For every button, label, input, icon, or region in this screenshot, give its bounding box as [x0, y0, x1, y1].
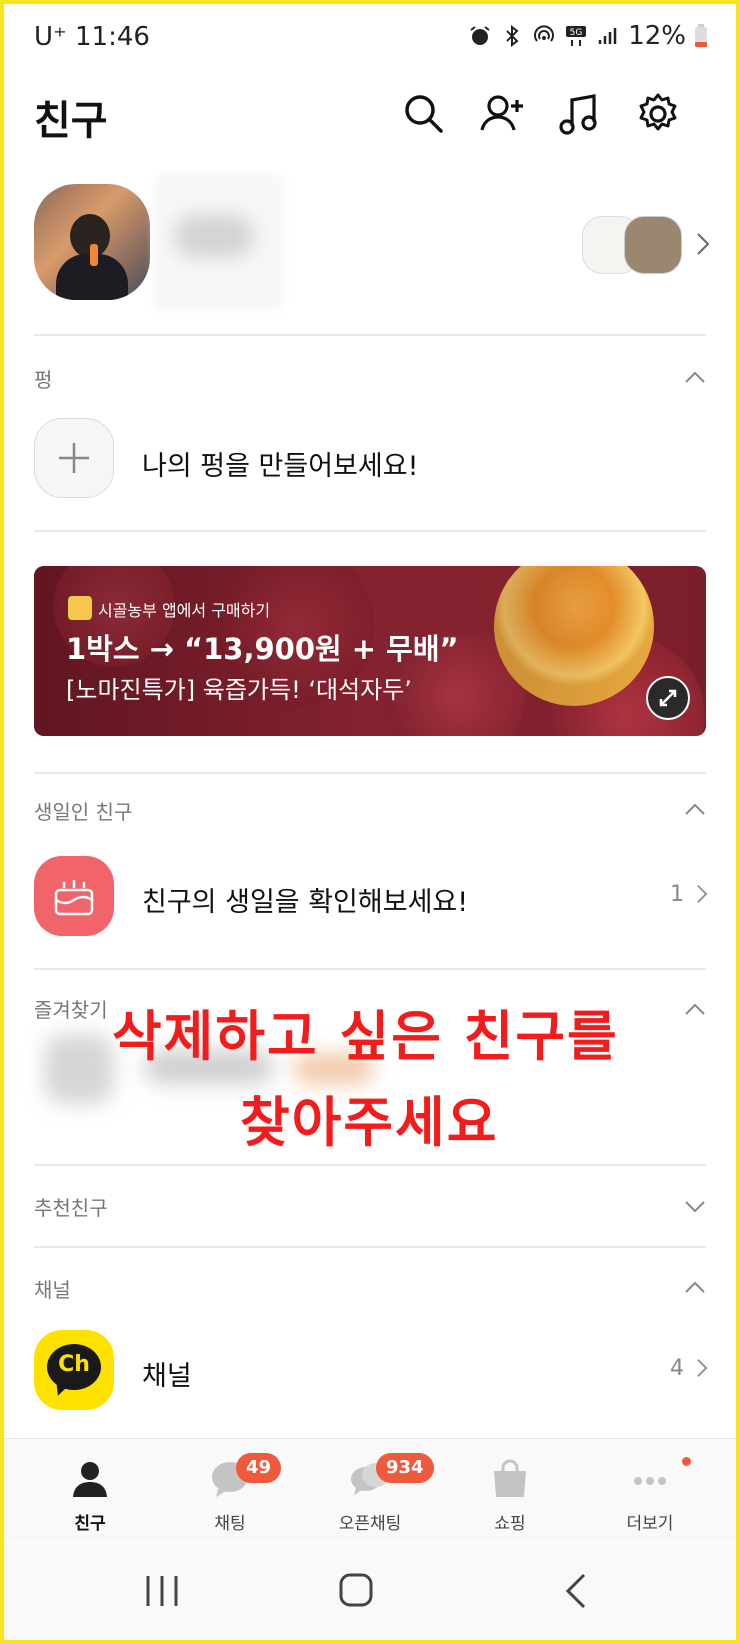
- alarm-icon: [470, 26, 490, 45]
- section-label-pung: 펑: [34, 368, 53, 392]
- section-label-recommended[interactable]: 추천친구: [34, 1192, 108, 1221]
- divider: [34, 772, 706, 774]
- divider: [34, 530, 706, 532]
- search-icon[interactable]: [400, 90, 448, 138]
- nav-tab-shopping[interactable]: 쇼핑: [440, 1439, 580, 1543]
- profile-music-thumbnail[interactable]: [624, 216, 682, 274]
- home-icon[interactable]: [338, 1572, 374, 1608]
- nav-label: 쇼핑: [494, 1514, 526, 1534]
- battery-icon: [695, 24, 707, 47]
- chevron-right-icon[interactable]: [696, 1358, 708, 1378]
- page-title: 친구: [34, 98, 108, 144]
- chevron-right-icon[interactable]: [696, 232, 710, 256]
- nav-tab-more[interactable]: 더보기: [580, 1439, 720, 1543]
- battery-percent: 12%: [628, 21, 686, 51]
- notification-dot: [682, 1457, 691, 1466]
- add-pung-button[interactable]: [34, 418, 114, 498]
- bottom-nav: 친구 49 채팅 934 오픈채팅 쇼핑 더보기: [4, 1438, 736, 1543]
- shopping-bag-icon: [494, 1459, 526, 1497]
- music-icon[interactable]: [556, 90, 604, 138]
- nav-tab-friends[interactable]: 친구: [20, 1439, 160, 1543]
- nav-label: 채팅: [214, 1514, 246, 1534]
- bluetooth-icon: [506, 24, 519, 48]
- divider: [34, 1164, 706, 1166]
- recent-apps-icon[interactable]: [144, 1574, 180, 1608]
- birthday-cake-icon[interactable]: [34, 856, 114, 936]
- seller-logo-icon: [68, 596, 92, 620]
- 5g-icon: 5G: [566, 26, 587, 46]
- nav-label: 더보기: [626, 1514, 674, 1534]
- signal-icon: [598, 28, 617, 44]
- settings-gear-icon[interactable]: [634, 90, 682, 138]
- banner-headline: 1박스 → “13,900원 + 무배”: [66, 632, 459, 666]
- nav-label: 친구: [74, 1514, 106, 1534]
- section-label-birthday: 생일인 친구: [34, 800, 133, 824]
- status-icons: 5G 12%: [468, 20, 708, 52]
- banner-source-link[interactable]: 시골농부 앱에서 구매하기: [98, 597, 270, 621]
- chevron-right-icon[interactable]: [696, 884, 708, 904]
- channel-logo-text: Ch: [58, 1352, 90, 1377]
- app-screen: U⁺ 11:46 5G 12% 친구 펑 나의 펑을 만들어보세요! 시골농부 …: [4, 4, 736, 1640]
- channel-text[interactable]: 채널: [142, 1354, 192, 1393]
- banner-subtext: [노마진특가] 육즙가득! ‘대석자두’: [66, 676, 412, 704]
- plus-icon: [59, 443, 89, 473]
- nav-label: 오픈채팅: [338, 1514, 402, 1534]
- svg-text:5G: 5G: [570, 28, 583, 38]
- add-friend-icon[interactable]: [478, 90, 526, 138]
- nav-tab-open-chat[interactable]: 934 오픈채팅: [300, 1439, 440, 1543]
- ad-banner[interactable]: 시골농부 앱에서 구매하기 1박스 → “13,900원 + 무배” [노마진특…: [34, 566, 706, 736]
- divider: [34, 1246, 706, 1248]
- chevron-up-icon[interactable]: [684, 1002, 706, 1016]
- open-chat-badge: 934: [376, 1453, 434, 1483]
- channel-count: 4: [670, 1356, 684, 1381]
- chat-badge: 49: [236, 1453, 282, 1483]
- expand-icon[interactable]: [646, 676, 690, 720]
- channel-logo-icon[interactable]: Ch: [34, 1330, 114, 1410]
- more-icon: [634, 1477, 666, 1485]
- person-icon: [73, 1462, 107, 1497]
- my-profile-avatar[interactable]: [34, 184, 150, 300]
- divider: [34, 968, 706, 970]
- chevron-up-icon[interactable]: [684, 370, 706, 384]
- hotspot-icon: [534, 25, 555, 42]
- birthday-count: 1: [670, 882, 684, 907]
- nav-tab-chat[interactable]: 49 채팅: [160, 1439, 300, 1543]
- status-carrier-time: U⁺ 11:46: [34, 22, 150, 52]
- chevron-up-icon[interactable]: [684, 1280, 706, 1294]
- divider: [34, 334, 706, 336]
- chevron-down-icon[interactable]: [684, 1200, 706, 1214]
- overlay-caption-line2: 찾아주세요: [240, 1091, 499, 1154]
- profile-name-blurred: [154, 174, 284, 310]
- overlay-caption-line1: 삭제하고 싶은 친구를: [112, 1005, 619, 1068]
- system-nav-bar: [4, 1544, 736, 1640]
- status-bar: U⁺ 11:46 5G 12%: [4, 4, 736, 70]
- add-pung-text[interactable]: 나의 펑을 만들어보세요!: [142, 444, 418, 483]
- section-label-channel: 채널: [34, 1278, 71, 1302]
- birthday-text[interactable]: 친구의 생일을 확인해보세요!: [142, 880, 468, 919]
- chevron-up-icon[interactable]: [684, 802, 706, 816]
- back-icon[interactable]: [564, 1572, 588, 1610]
